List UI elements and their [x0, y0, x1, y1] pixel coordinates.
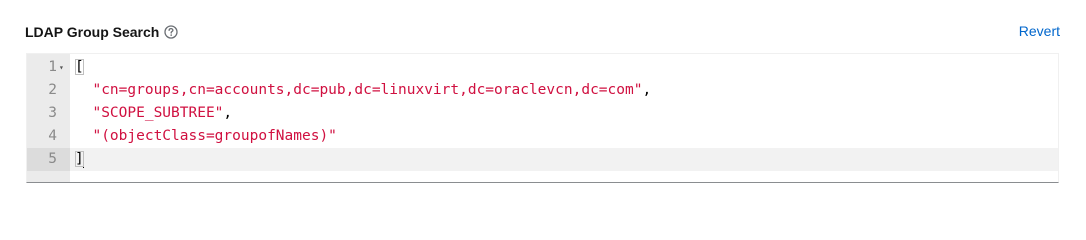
- code-line[interactable]: 3 "SCOPE_SUBTREE",: [27, 102, 1058, 125]
- string-token: "SCOPE_SUBTREE": [92, 105, 224, 121]
- line-number: 1: [48, 59, 57, 75]
- line-number: 2: [48, 82, 57, 98]
- line-number: 4: [48, 128, 57, 144]
- label-wrap: LDAP Group Search: [25, 24, 178, 40]
- code-text: "cn=groups,cn=accounts,dc=pub,dc=linuxvi…: [75, 79, 651, 102]
- code-text: ]: [75, 148, 84, 171]
- punct-token: ,: [642, 82, 652, 98]
- field-header: LDAP Group Search Revert: [25, 20, 1060, 44]
- code-line[interactable]: 5]: [27, 148, 1058, 171]
- punct-token: [: [75, 59, 84, 75]
- code-line[interactable]: 1 ▾ [: [27, 56, 1058, 79]
- code-text: "SCOPE_SUBTREE",: [75, 102, 232, 125]
- ldap-group-search-field: LDAP Group Search Revert 1 ▾ [2 "cn=groups…: [0, 0, 1086, 203]
- code-text: [: [75, 56, 84, 79]
- field-label: LDAP Group Search: [25, 24, 160, 40]
- punct-token: [75, 82, 92, 98]
- code-editor[interactable]: 1 ▾ [2 "cn=groups,cn=accounts,dc=pub,dc=li…: [26, 53, 1059, 183]
- punct-token: [75, 128, 92, 144]
- punct-token: [75, 105, 92, 121]
- string-token: "(objectClass=groupofNames)": [92, 128, 337, 144]
- punct-token: ,: [223, 105, 233, 121]
- code-line[interactable]: 4 "(objectClass=groupofNames)": [27, 125, 1058, 148]
- code-text: "(objectClass=groupofNames)": [75, 125, 337, 148]
- line-number: 5: [48, 151, 57, 167]
- help-circle-icon[interactable]: [164, 25, 178, 39]
- line-number: 3: [48, 105, 57, 121]
- fold-chevron-icon[interactable]: ▾: [59, 56, 64, 79]
- string-token: "cn=groups,cn=accounts,dc=pub,dc=linuxvi…: [92, 82, 643, 98]
- revert-button[interactable]: Revert: [1019, 23, 1060, 39]
- code-line[interactable]: 2 "cn=groups,cn=accounts,dc=pub,dc=linux…: [27, 79, 1058, 102]
- text-caret: [82, 150, 84, 168]
